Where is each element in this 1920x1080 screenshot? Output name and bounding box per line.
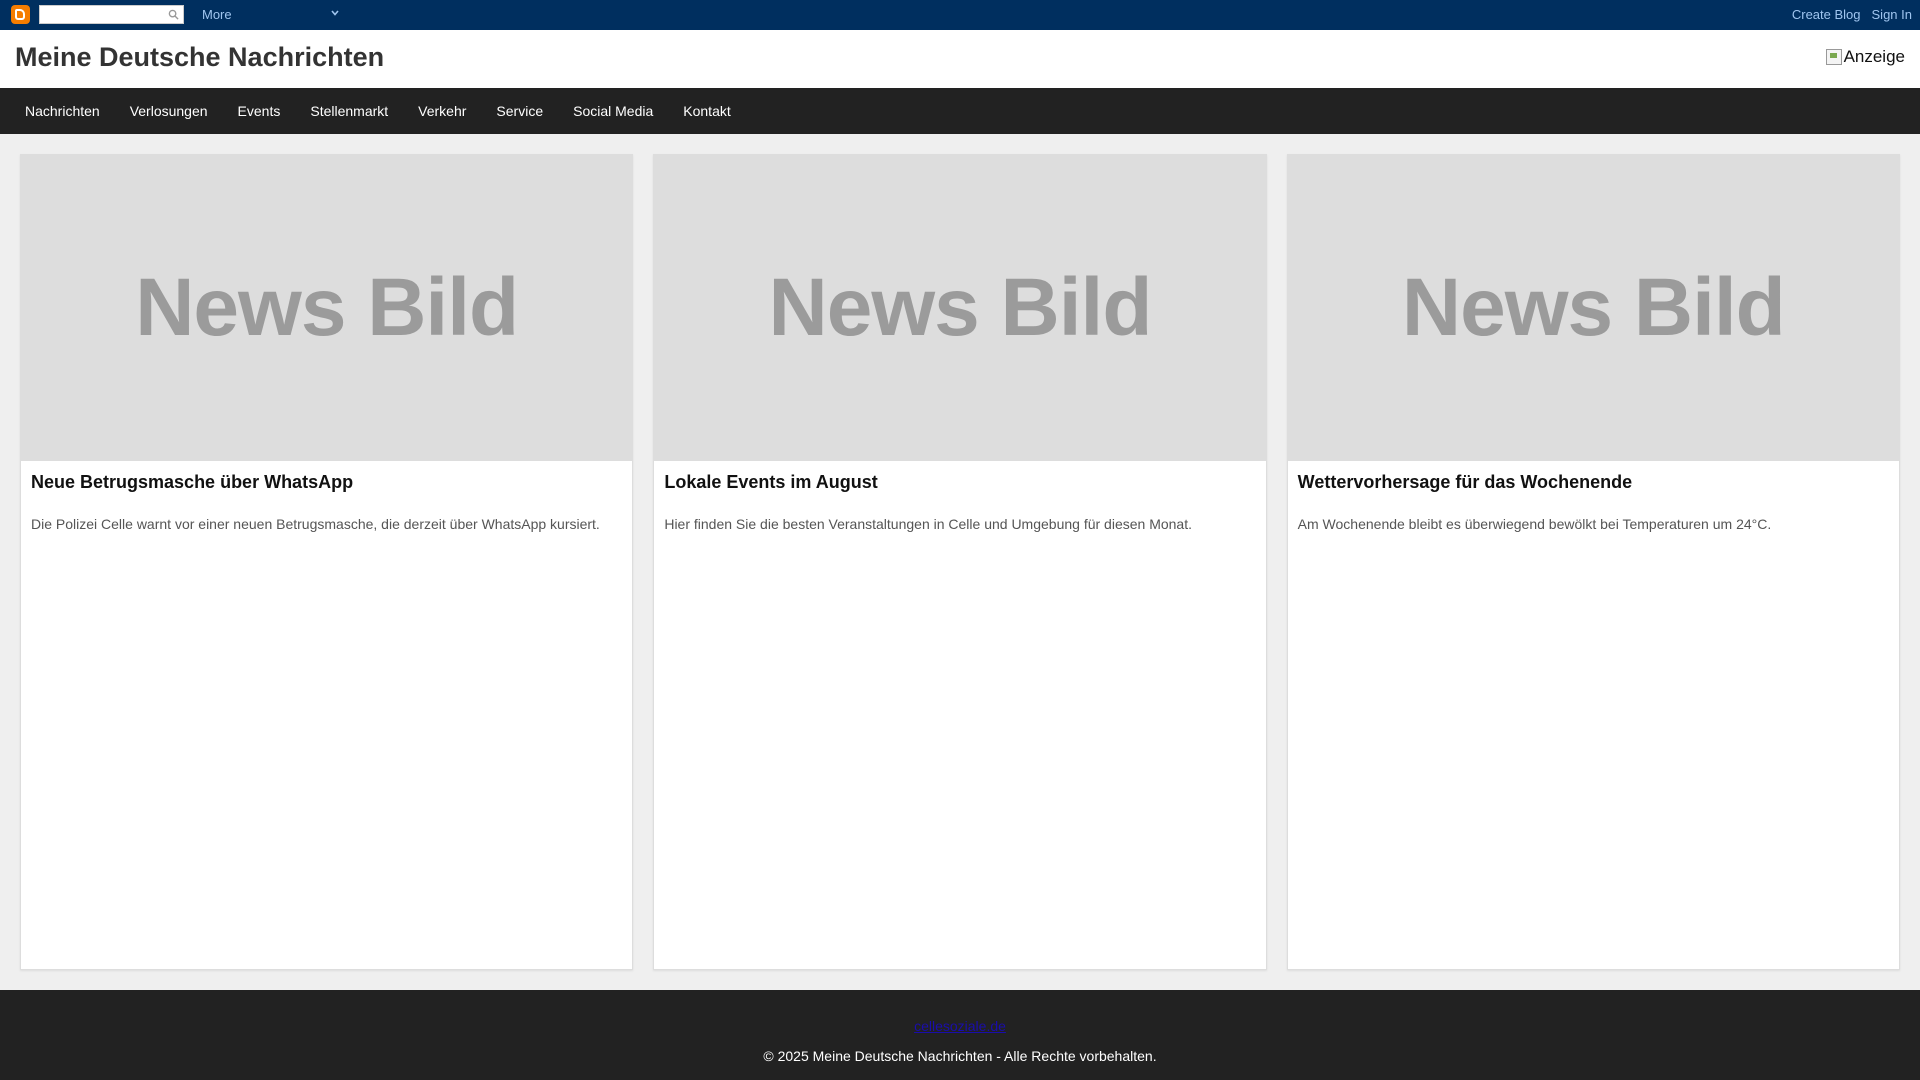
news-card[interactable]: News Bild Lokale Events im August Hier f…	[653, 154, 1267, 970]
blogger-navbar: More Create Blog Sign In	[0, 0, 1920, 30]
site-footer: cellesoziale.de © 2025 Meine Deutsche Na…	[0, 990, 1920, 1080]
footer-link[interactable]: cellesoziale.de	[0, 1018, 1920, 1034]
nav-item-verkehr[interactable]: Verkehr	[403, 88, 481, 134]
news-card-title[interactable]: Wettervorhersage für das Wochenende	[1298, 471, 1889, 493]
news-image-label: News Bild	[135, 262, 519, 353]
news-image-placeholder[interactable]: News Bild	[1287, 155, 1899, 461]
search-input[interactable]	[39, 5, 184, 24]
news-card[interactable]: News Bild Neue Betrugsmasche über WhatsA…	[20, 154, 634, 970]
news-card-grid: News Bild Neue Betrugsmasche über WhatsA…	[20, 154, 1900, 970]
nav-item-kontakt[interactable]: Kontakt	[668, 88, 745, 134]
more-menu-label[interactable]: More	[202, 7, 232, 22]
nav-item-verlosungen[interactable]: Verlosungen	[115, 88, 223, 134]
news-card-text: Hier finden Sie die besten Veranstaltung…	[664, 516, 1193, 532]
search-icon[interactable]	[168, 9, 179, 20]
news-image-placeholder[interactable]: News Bild	[21, 155, 633, 461]
sign-in-link[interactable]: Sign In	[1872, 7, 1912, 22]
news-image-label: News Bild	[1401, 262, 1786, 353]
nav-item-events[interactable]: Events	[223, 88, 296, 134]
news-card[interactable]: News Bild Wettervorhersage für das Woche…	[1286, 154, 1900, 970]
site-header: Meine Deutsche Nachrichten Anzeige	[0, 30, 1920, 88]
site-title[interactable]: Meine Deutsche Nachrichten	[15, 42, 384, 73]
news-card-title[interactable]: Lokale Events im August	[664, 471, 1255, 493]
news-image-placeholder[interactable]: News Bild	[654, 155, 1266, 461]
ad-image[interactable]: Anzeige	[1825, 47, 1905, 67]
chevron-down-icon[interactable]	[330, 8, 340, 18]
nav-item-nachrichten[interactable]: Nachrichten	[10, 88, 115, 134]
footer-copyright: © 2025 Meine Deutsche Nachrichten - Alle…	[763, 1048, 1157, 1064]
news-card-title[interactable]: Neue Betrugsmasche über WhatsApp	[31, 471, 622, 493]
create-blog-link[interactable]: Create Blog	[1792, 7, 1861, 22]
blogger-logo-icon[interactable]	[11, 5, 30, 24]
broken-image-icon	[1825, 49, 1842, 65]
nav-item-social-media[interactable]: Social Media	[558, 88, 668, 134]
main-navigation: Nachrichten Verlosungen Events Stellenma…	[0, 88, 1920, 134]
nav-item-service[interactable]: Service	[481, 88, 558, 134]
news-card-text: Die Polizei Celle warnt vor einer neuen …	[31, 516, 600, 532]
news-image-label: News Bild	[768, 262, 1153, 353]
nav-item-stellenmarkt[interactable]: Stellenmarkt	[295, 88, 403, 134]
ad-alt-text: Anzeige	[1843, 47, 1905, 66]
news-card-text: Am Wochenende bleibt es überwiegend bewö…	[1297, 516, 1772, 532]
